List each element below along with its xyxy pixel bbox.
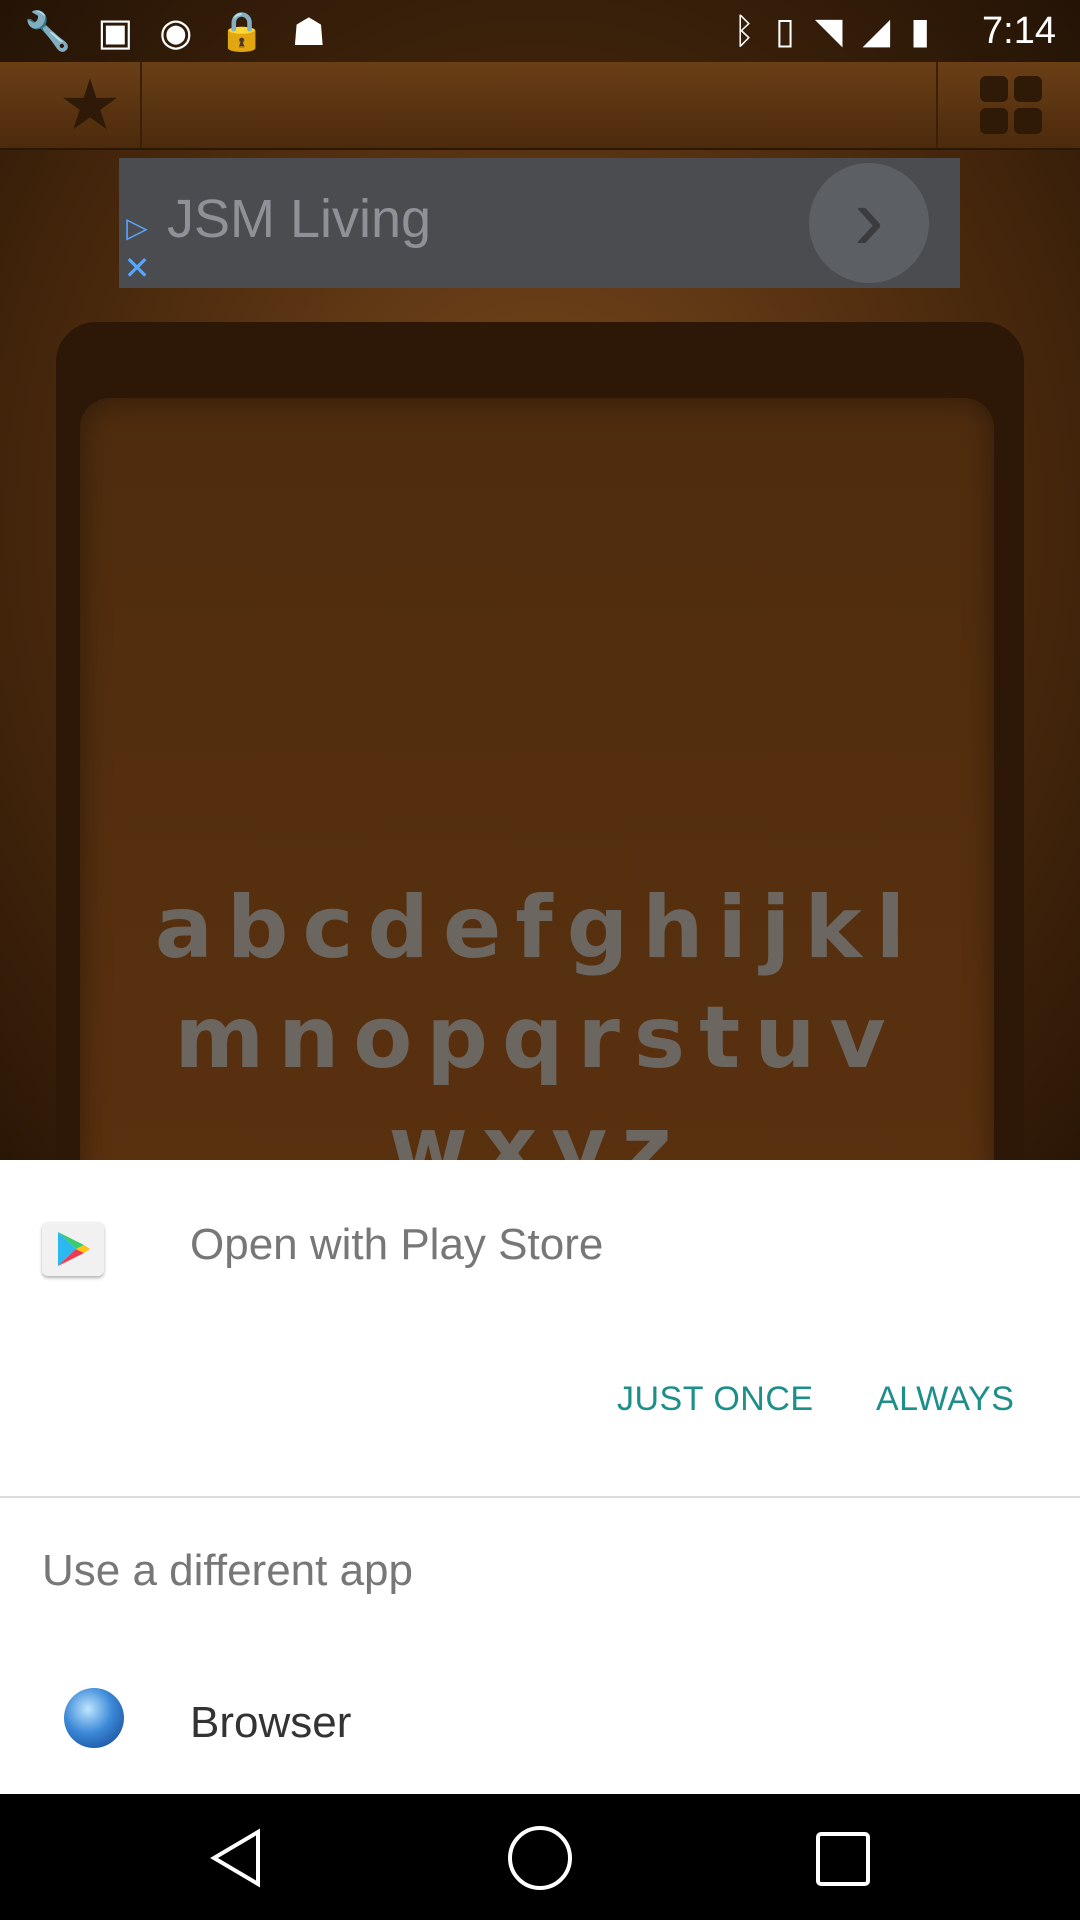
just-once-button[interactable]: JUST ONCE [617,1380,814,1419]
globe-icon[interactable] [64,1688,124,1748]
bluetooth-icon: ᛒ [733,10,755,51]
dim-overlay[interactable] [0,0,1080,1160]
clock: 7:14 [982,10,1056,52]
signal-icon: ◢ [862,10,891,51]
status-bar: 🔧 ▣ ◉ 🔒 ☗ ᛒ ▯ ◥ ◢ ▮ 7:14 [0,0,1080,62]
navigation-bar [0,1794,1080,1920]
app-chooser-sheet: Open with Play Store JUST ONCE ALWAYS Us… [0,1160,1080,1794]
always-button[interactable]: ALWAYS [876,1380,1014,1419]
divider [0,1496,1080,1498]
back-icon[interactable] [208,1828,264,1888]
notification-icons: 🔧 ▣ ◉ 🔒 ☗ [24,10,326,55]
android-icon: ☗ [291,12,326,54]
lock-icon: 🔒 [218,11,266,53]
battery-icon: ▮ [910,10,930,51]
chooser-title: Open with Play Store [190,1220,604,1269]
vibrate-icon: ▯ [775,10,795,51]
use-different-app-heading: Use a different app [42,1546,413,1595]
wrench-icon: 🔧 [24,11,72,53]
tab-icon: ▣ [97,12,134,54]
app-option-browser[interactable]: Browser [190,1698,351,1748]
play-store-icon [42,1222,104,1276]
system-icons: ᛒ ▯ ◥ ◢ ▮ [733,10,930,52]
background-app: ★ ▷ ✕ JSM Living › abcdefghijkl mnopqrst… [0,0,1080,1198]
home-icon[interactable] [506,1824,574,1892]
wifi-icon: ◥ [814,10,843,51]
recent-apps-icon[interactable] [814,1830,872,1888]
timer-icon: ◉ [159,12,193,54]
